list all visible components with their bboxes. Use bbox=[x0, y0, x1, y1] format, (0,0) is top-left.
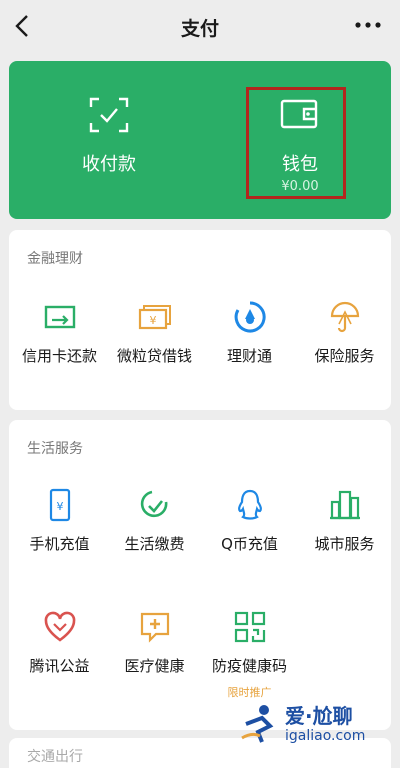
svg-text:¥: ¥ bbox=[56, 500, 63, 513]
health-code-button[interactable]: 防疫健康码 限时推广 bbox=[202, 610, 297, 699]
watermark-url: igaliao.com bbox=[285, 728, 366, 744]
bill-icon bbox=[138, 488, 172, 522]
bill-pay-button[interactable]: 生活缴费 bbox=[107, 488, 202, 558]
payment-card: 收付款 钱包 ¥0.00 bbox=[9, 61, 391, 219]
qrcode-icon bbox=[233, 610, 267, 644]
medical-icon bbox=[138, 610, 172, 644]
insurance-button[interactable]: 保险服务 bbox=[297, 300, 392, 370]
charity-button[interactable]: 腾讯公益 bbox=[12, 610, 107, 680]
city-service-button[interactable]: 城市服务 bbox=[297, 488, 392, 558]
city-icon bbox=[328, 488, 362, 522]
charity-icon bbox=[43, 610, 77, 644]
loan-button[interactable]: ¥ 微粒贷借钱 bbox=[107, 300, 202, 370]
credit-card-repay-button[interactable]: 信用卡还款 bbox=[12, 300, 107, 370]
life-section: 生活服务 ¥ 手机充值 生活缴费 Q币充值 城市服务 腾讯公益 医疗健康 防疫健… bbox=[9, 420, 391, 730]
insurance-label: 保险服务 bbox=[314, 347, 375, 365]
phone-icon: ¥ bbox=[43, 488, 77, 522]
phone-recharge-button[interactable]: ¥ 手机充值 bbox=[12, 488, 107, 558]
watermark-logo-icon bbox=[241, 705, 274, 743]
more-icon[interactable] bbox=[354, 14, 382, 36]
top-bar: 支付 bbox=[0, 0, 400, 52]
wealth-button[interactable]: 理财通 bbox=[202, 300, 297, 370]
watermark-title: 爱·尬聊 bbox=[285, 704, 353, 728]
insurance-icon bbox=[328, 300, 362, 334]
scan-icon bbox=[89, 97, 129, 137]
page-title: 支付 bbox=[180, 18, 219, 40]
collect-pay-button[interactable]: 收付款 bbox=[9, 61, 209, 219]
city-label: 城市服务 bbox=[314, 535, 375, 553]
loan-icon: ¥ bbox=[138, 300, 172, 334]
wealth-icon bbox=[233, 300, 267, 334]
credit-card-icon bbox=[43, 300, 77, 334]
qq-icon bbox=[233, 488, 267, 522]
life-title: 生活服务 bbox=[27, 441, 83, 457]
transport-title: 交通出行 bbox=[27, 749, 83, 765]
highlight-box bbox=[246, 87, 346, 199]
finance-section: 金融理财 信用卡还款 ¥ 微粒贷借钱 理财通 保险服务 bbox=[9, 230, 391, 410]
collect-pay-label: 收付款 bbox=[82, 154, 136, 175]
health-code-label: 防疫健康码 bbox=[211, 657, 287, 675]
qcoin-button[interactable]: Q币充值 bbox=[202, 488, 297, 558]
promo-tag: 限时推广 bbox=[227, 686, 272, 699]
svg-text:¥: ¥ bbox=[149, 314, 156, 327]
finance-title: 金融理财 bbox=[27, 251, 83, 267]
medical-button[interactable]: 医疗健康 bbox=[107, 610, 202, 680]
site-watermark: 爱·尬聊 igaliao.com bbox=[240, 700, 390, 750]
